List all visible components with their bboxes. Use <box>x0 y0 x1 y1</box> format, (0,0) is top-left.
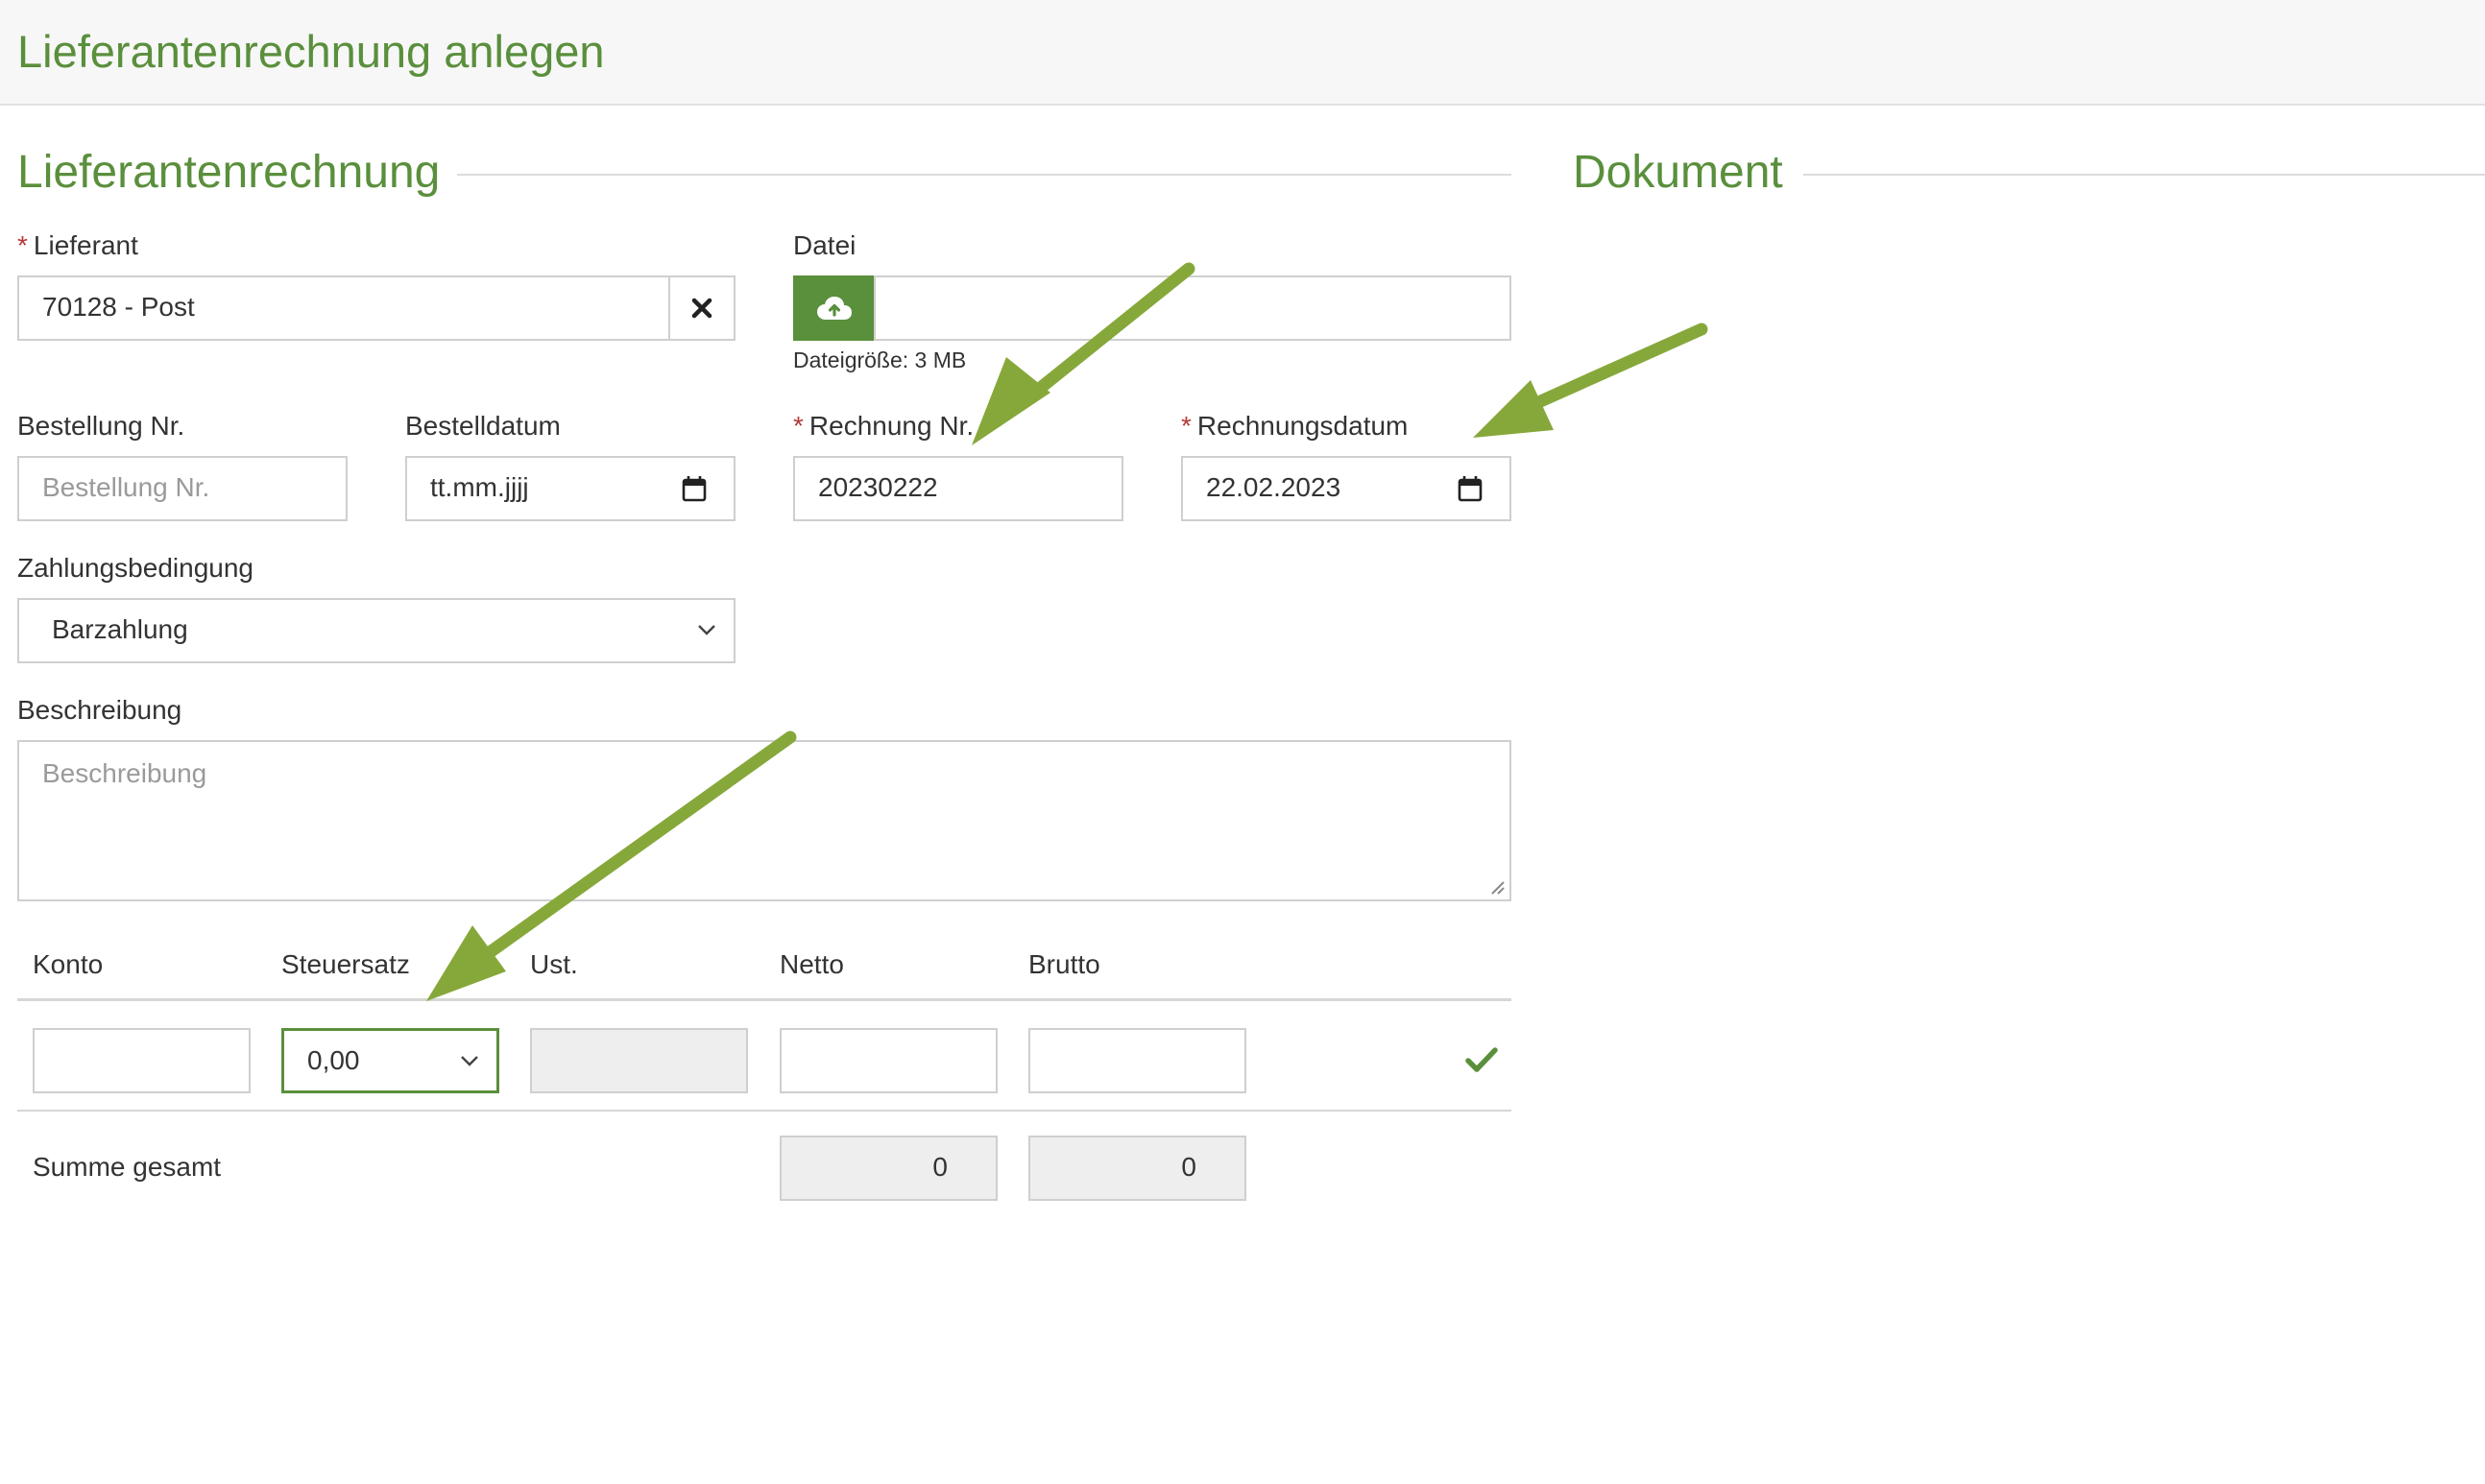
required-marker: * <box>17 230 28 260</box>
page-title: Lieferantenrechnung anlegen <box>17 26 605 77</box>
total-label: Summe gesamt <box>33 1152 222 1182</box>
required-marker: * <box>793 411 804 441</box>
order-date-label: Bestelldatum <box>405 411 561 441</box>
file-size-hint: Dateigröße: 3 MB <box>793 347 967 372</box>
table-row-divider <box>17 1110 1511 1112</box>
total-netto: 0 <box>780 1136 998 1201</box>
chevron-down-icon <box>698 625 715 635</box>
annotation-arrow <box>1473 323 1708 438</box>
invoice-date-value: 22.02.2023 <box>1206 472 1341 502</box>
section-title-invoice: Lieferantenrechnung <box>17 147 441 198</box>
steuersatz-select[interactable]: 0,00 <box>281 1028 499 1093</box>
payment-terms-value: Barzahlung <box>52 614 188 644</box>
close-icon <box>691 298 712 319</box>
description-placeholder: Beschreibung <box>42 758 207 788</box>
section-divider <box>1803 174 2485 176</box>
invoice-date-input[interactable]: 22.02.2023 <box>1181 456 1511 521</box>
order-no-input[interactable]: Bestellung Nr. <box>17 456 348 521</box>
resize-handle-icon[interactable] <box>1488 878 1506 896</box>
ust-field <box>530 1028 748 1093</box>
cloud-upload-icon <box>817 297 852 320</box>
column-header-steuersatz: Steuersatz <box>281 949 410 979</box>
konto-input[interactable] <box>33 1028 251 1093</box>
upload-button[interactable] <box>793 275 876 341</box>
order-date-input[interactable]: tt.mm.jjjj <box>405 456 736 521</box>
checkmark-icon[interactable] <box>1465 1046 1498 1073</box>
section-divider <box>457 174 1511 176</box>
invoice-no-input[interactable]: 20230222 <box>793 456 1123 521</box>
chevron-down-icon <box>461 1056 478 1066</box>
netto-input[interactable] <box>780 1028 998 1093</box>
required-marker: * <box>1181 411 1192 441</box>
column-header-netto: Netto <box>780 949 844 979</box>
invoice-no-label: * Rechnung Nr. <box>793 411 975 441</box>
order-no-label: Bestellung Nr. <box>17 411 185 441</box>
column-header-konto: Konto <box>33 949 104 979</box>
table-header-divider <box>17 998 1511 1001</box>
column-header-ust: Ust. <box>530 949 578 979</box>
brutto-input[interactable] <box>1028 1028 1246 1093</box>
order-date-value: tt.mm.jjjj <box>430 472 529 502</box>
calendar-icon[interactable] <box>682 475 707 502</box>
column-header-brutto: Brutto <box>1028 949 1100 979</box>
supplier-field[interactable]: 70128 - Post <box>17 275 670 341</box>
steuersatz-value: 0,00 <box>307 1045 360 1075</box>
section-title-document: Dokument <box>1573 147 1783 198</box>
description-label: Beschreibung <box>17 695 182 725</box>
file-label: Datei <box>793 230 856 260</box>
invoice-date-label: * Rechnungsdatum <box>1181 411 1409 441</box>
description-textarea[interactable]: Beschreibung <box>17 740 1511 901</box>
total-brutto: 0 <box>1028 1136 1246 1201</box>
calendar-icon[interactable] <box>1458 475 1483 502</box>
payment-terms-label: Zahlungsbedingung <box>17 553 253 583</box>
file-name-field[interactable] <box>874 275 1511 341</box>
supplier-label: * Lieferant <box>17 230 138 260</box>
payment-terms-select[interactable]: Barzahlung <box>17 598 736 663</box>
clear-supplier-button[interactable] <box>668 275 736 341</box>
